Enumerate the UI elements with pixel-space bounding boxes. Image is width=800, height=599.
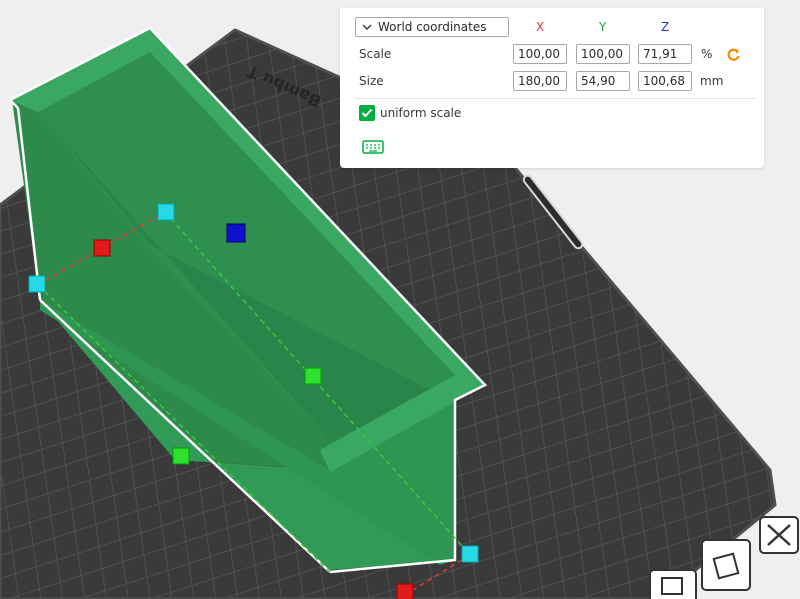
- scale-z-input[interactable]: [638, 44, 692, 64]
- size-z-input[interactable]: [638, 71, 692, 91]
- scale-label: Scale: [359, 47, 392, 61]
- scale-unit: %: [701, 47, 713, 61]
- size-label: Size: [359, 74, 384, 88]
- gizmo-handle-corner[interactable]: [157, 203, 175, 221]
- gizmo-handle-corner[interactable]: [461, 545, 479, 563]
- scale-panel: World coordinates X Y Z Scale % Size mm …: [340, 8, 764, 168]
- gizmo-handle-corner[interactable]: [28, 275, 46, 293]
- axis-label-z: Z: [661, 20, 670, 34]
- scale-y-input[interactable]: [576, 44, 630, 64]
- orient-icon[interactable]: [701, 539, 751, 591]
- chevron-down-icon: [356, 23, 378, 31]
- coordinate-system-value: World coordinates: [378, 20, 487, 34]
- gizmo-handle-x[interactable]: [93, 239, 111, 257]
- divider: [354, 98, 756, 99]
- gizmo-handle-y[interactable]: [304, 367, 322, 385]
- coordinate-system-dropdown[interactable]: World coordinates: [355, 17, 509, 37]
- size-unit: mm: [700, 74, 724, 88]
- checkmark-icon: [361, 108, 373, 118]
- keyboard-icon[interactable]: [362, 139, 384, 155]
- gizmo-handle-z[interactable]: [226, 223, 246, 243]
- gizmo-handle-x[interactable]: [396, 583, 414, 599]
- size-y-input[interactable]: [576, 71, 630, 91]
- arrange-icon[interactable]: [649, 569, 697, 599]
- reset-rotate-icon[interactable]: [726, 47, 742, 63]
- axis-label-y: Y: [599, 20, 607, 34]
- uniform-scale-checkbox[interactable]: [359, 105, 375, 121]
- axis-label-x: X: [536, 20, 545, 34]
- size-x-input[interactable]: [513, 71, 567, 91]
- close-icon[interactable]: [759, 516, 799, 554]
- gizmo-handle-y[interactable]: [172, 447, 190, 465]
- scale-x-input[interactable]: [513, 44, 567, 64]
- uniform-scale-label: uniform scale: [380, 106, 462, 120]
